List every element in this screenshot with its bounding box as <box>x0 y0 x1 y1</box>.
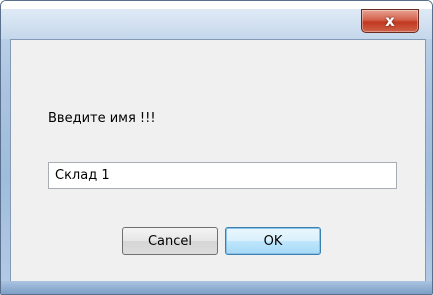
cancel-button[interactable]: Cancel <box>122 227 218 255</box>
prompt-label: Введите имя !!! <box>48 111 156 126</box>
screen-top-strip <box>1 1 432 9</box>
window-bottom-frame <box>1 281 432 294</box>
name-input[interactable] <box>48 162 397 189</box>
close-icon: x <box>385 11 395 30</box>
dialog-window: x Введите имя !!! Cancel OK <box>0 0 433 295</box>
ok-button[interactable]: OK <box>225 227 321 255</box>
dialog-client-area: Введите имя !!! Cancel OK <box>10 39 426 283</box>
close-button[interactable]: x <box>361 9 419 33</box>
